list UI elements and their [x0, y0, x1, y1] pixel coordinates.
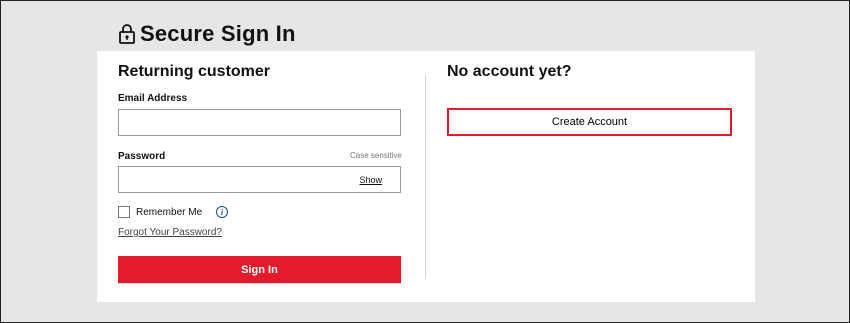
- returning-customer-section: Returning customer Email Address Passwor…: [118, 63, 402, 283]
- remember-me-checkbox[interactable]: [118, 206, 130, 218]
- no-account-title: No account yet?: [447, 63, 572, 80]
- forgot-password-link[interactable]: Forgot Your Password?: [118, 227, 222, 238]
- info-icon[interactable]: i: [216, 206, 229, 218]
- column-divider: [425, 75, 426, 279]
- remember-me-row: Remember Me i: [118, 206, 229, 218]
- sign-in-button[interactable]: Sign In: [118, 256, 401, 283]
- password-label-row: Password Case sensitive: [118, 151, 402, 162]
- returning-customer-title: Returning customer: [118, 63, 271, 80]
- email-label: Email Address: [118, 93, 188, 104]
- create-account-button[interactable]: Create Account: [447, 108, 732, 136]
- new-customer-section: No account yet? Create Account: [447, 63, 732, 136]
- page-header: Secure Sign In: [118, 21, 296, 47]
- case-sensitive-note: Case sensitive: [349, 151, 402, 160]
- email-field[interactable]: [118, 109, 401, 136]
- sign-in-card: Returning customer Email Address Passwor…: [97, 51, 755, 302]
- password-label: Password: [118, 151, 166, 162]
- lock-icon: [118, 23, 136, 45]
- show-password-link[interactable]: Show: [359, 175, 382, 185]
- page-title: Secure Sign In: [140, 21, 296, 46]
- remember-me-label[interactable]: Remember Me: [136, 207, 202, 218]
